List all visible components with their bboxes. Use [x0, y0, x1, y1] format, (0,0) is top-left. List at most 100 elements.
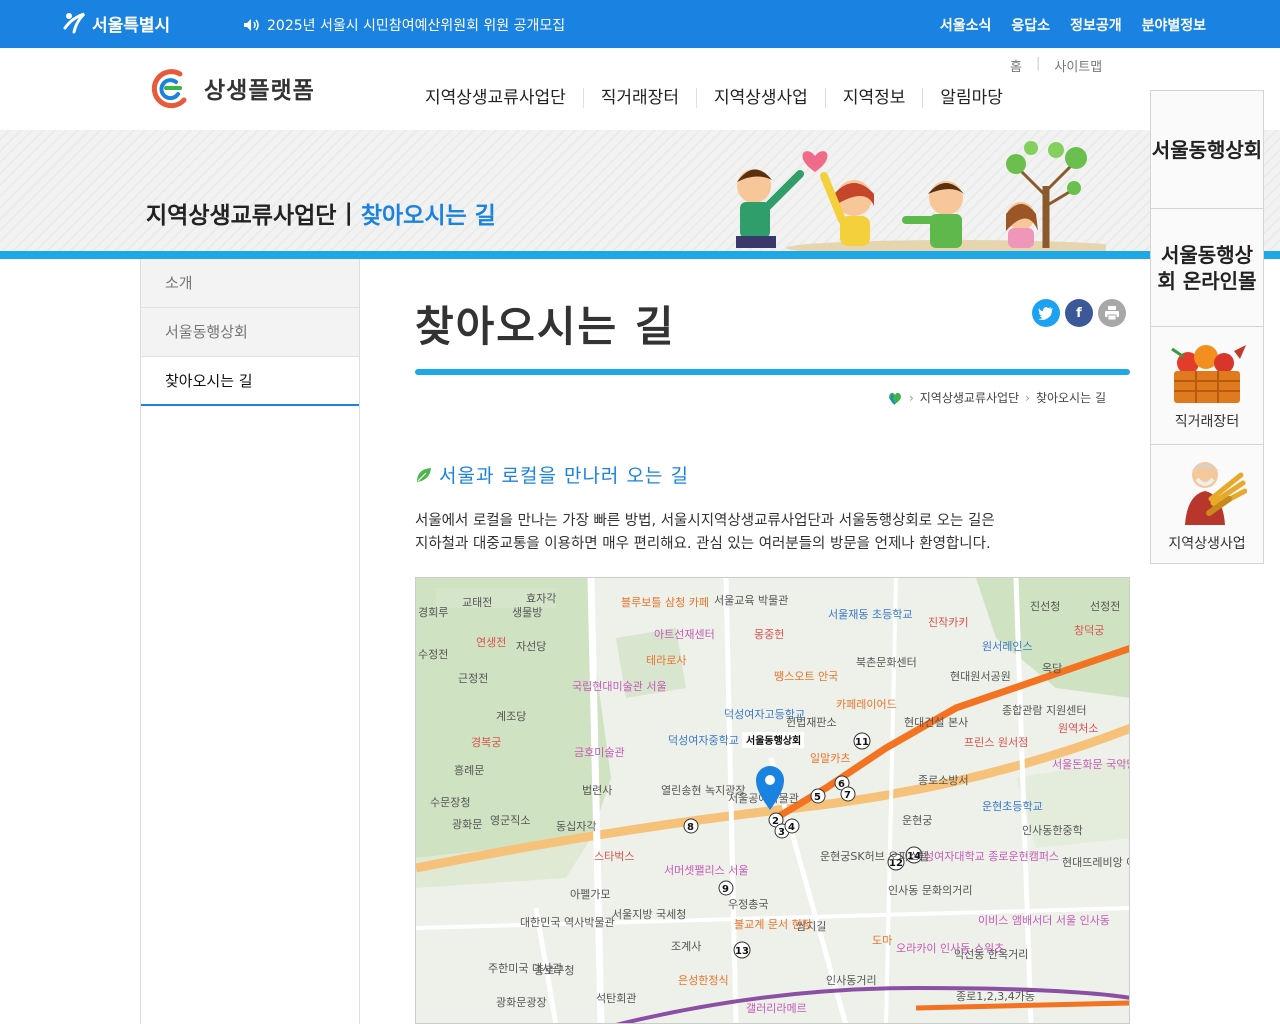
farmer-icon [1185, 462, 1247, 525]
map-label-donghwamun: 동십자각 [556, 820, 596, 833]
marker-label: 서울동행상회 [746, 734, 801, 747]
map-label-jigwan: 아펠가모 [570, 888, 610, 901]
map-label-wonseo-park: 현대원서공원 [950, 670, 1011, 683]
map-label-origin-culture: 오라카이 인사동 스위츠 [896, 942, 1004, 955]
sitemap-link[interactable]: 사이트맵 [1054, 56, 1102, 75]
seoul-mark-icon [63, 12, 86, 34]
map-label-insa-junior: 인사동한중학 [1022, 824, 1083, 837]
header: 상생플랫폼 홈 | 사이트맵 지역상생교류사업단 직거래장터 지역상생사업 지역… [0, 48, 1280, 130]
brand-text: 상생플랫폼 [204, 78, 315, 104]
quick-direct-market-label: 직거래장터 [1174, 413, 1240, 430]
quick-dongheng-label: 서울동행상회 [1151, 137, 1263, 162]
top-nav-info[interactable]: 정보공개 [1070, 15, 1122, 35]
quick-dongheng[interactable]: 서울동행상회 [1151, 91, 1263, 209]
map-label-wonhyeon: 운현궁SK허브 오피스텔 [820, 850, 929, 863]
twitter-share-button[interactable] [1032, 299, 1060, 327]
brand-logo[interactable]: 상생플랫폼 [150, 66, 315, 110]
map-label-sujeongjeon: 수정전 [418, 648, 448, 661]
map-label-national-tax: 서울지방 국세청 [612, 908, 686, 921]
title-underline [415, 369, 1130, 375]
top-nav-field[interactable]: 분야별정보 [1142, 15, 1206, 35]
desc-line-1: 서울에서 로컬을 만나는 가장 빠른 방법, 서울시지역상생교류사업단과 서울동… [415, 513, 995, 529]
side-item-intro[interactable]: 소개 [141, 259, 359, 308]
banner-divider: | [344, 200, 353, 226]
quick-online-mall[interactable]: 서울동행상회 온라인몰 [1151, 209, 1263, 327]
nav-notice[interactable]: 알림마당 [922, 88, 1020, 108]
seoul-logo[interactable]: 서울특별시 [62, 10, 170, 36]
utility-links: 홈 | 사이트맵 [1010, 56, 1102, 75]
map-label-wonseo-lane: 원서레인스 [982, 640, 1033, 653]
fruit-basket-icon [1171, 344, 1246, 403]
map-label-unhyeon-elem: 운현초등학교 [982, 800, 1043, 813]
map-label-bukchon: 북촌문화센터 [856, 656, 917, 669]
map-label-gyotaejeon: 교태전 [462, 596, 492, 609]
map-label-jongno-tower: 서머셋팰리스 서울 [664, 864, 748, 877]
share-buttons: f [1032, 299, 1126, 327]
map-label-gallery: 갤러리라메르 [746, 1002, 807, 1015]
map-label-ilmalkaseu: 일말카츠 [810, 751, 850, 765]
svg-text:5: 5 [814, 792, 821, 803]
notice-text: 2025년 서울시 시민참여예산위원회 위원 공개모집 [267, 18, 566, 34]
map-label-hwangbo: 경회루 [418, 606, 448, 619]
map-label-eunseong: 은성한정식 [678, 974, 729, 987]
map-label-seoul-donhwa: 서울돈화문 국악당 [1052, 758, 1130, 771]
top-bar: 서울특별시 2025년 서울시 시민참여예산위원회 위원 공개모집 서울소식 응… [0, 0, 1280, 48]
breadcrumb-section[interactable]: 지역상생교류사업단 [920, 389, 1019, 406]
utility-divider: | [1035, 56, 1041, 71]
home-link[interactable]: 홈 [1010, 56, 1022, 75]
side-item-directions[interactable]: 찾아오시는 길 [141, 357, 359, 406]
map-label-beopnyeonsa: 법련사 [582, 784, 612, 797]
map-label-jongno-gu: 종로구청 [534, 964, 574, 977]
map-label-jinseon: 진선청 [1030, 600, 1060, 613]
nav-exchange-group[interactable]: 지역상생교류사업단 [408, 88, 583, 108]
map-label-doma: 도마 [872, 934, 892, 947]
seoul-logo-text: 서울특별시 [92, 15, 171, 36]
top-nav-eungdapso[interactable]: 응답소 [1011, 15, 1050, 35]
speaker-icon [244, 19, 259, 31]
quick-coexistence-label: 지역상생사업 [1168, 536, 1246, 552]
map-label-yeongchuimun: 영군직소 [490, 814, 530, 827]
print-button[interactable] [1098, 299, 1126, 327]
nav-direct-market[interactable]: 직거래장터 [582, 88, 696, 108]
page-title: 찾아오시는 길 [415, 302, 676, 351]
banner-current: 찾아오시는 길 [360, 203, 496, 229]
map-label-seotan: 석탄회관 [596, 992, 636, 1005]
section-title: 서울과 로컬을 만나러 오는 길 [415, 461, 689, 488]
map-label-gyeongbokgung: 경복궁 [471, 736, 501, 749]
location-map[interactable]: 2 3 4 5 6 7 8 9 11 12 13 14 경복궁 흥례문 수정전 … [415, 577, 1130, 1024]
map-label-unhyeongung: 운현궁 [902, 814, 932, 827]
map-label-hyojadong: 효자각 [526, 592, 556, 605]
side-item-dongheng[interactable]: 서울동행상회 [141, 308, 359, 357]
map-label-wonyeok: 원역처소 [1058, 722, 1098, 735]
print-icon [1105, 306, 1119, 321]
map-label-gwanghwamun-square: 광화문광장 [496, 996, 547, 1009]
map-label-sumunjang: 수문장청 [430, 796, 470, 809]
quick-direct-market[interactable]: 직거래장터 [1151, 327, 1263, 445]
map-label-artsonje: 아트선재센터 [654, 628, 715, 641]
map-label-heungnyemun: 흥례문 [454, 763, 484, 777]
nav-regional-info[interactable]: 지역정보 [824, 88, 923, 108]
map-label-seongdong: 몽중헌 [754, 628, 784, 641]
home-icon[interactable] [887, 391, 903, 405]
svg-text:4: 4 [788, 822, 795, 833]
map-label-jogyesa: 조계사 [671, 940, 701, 953]
map-canvas[interactable]: 2 3 4 5 6 7 8 9 11 12 13 14 경복궁 흥례문 수정전 … [416, 578, 1130, 1024]
notice-ticker[interactable]: 2025년 서울시 시민참여예산위원회 위원 공개모집 [243, 15, 565, 35]
leaf-icon [417, 467, 431, 482]
children-illustration [736, 141, 1106, 254]
map-label-heonbeop: 헌법재판소 [786, 716, 837, 729]
map-label-press: 프린스 원서점 [964, 736, 1028, 749]
map-label-gyejodang: 계조당 [496, 710, 526, 723]
svg-text:9: 9 [722, 884, 729, 895]
top-nav-news[interactable]: 서울소식 [940, 15, 992, 35]
map-label-deokseong-girls-mid: 덕성여자중학교 [668, 734, 739, 747]
top-nav: 서울소식 응답소 정보공개 분야별정보 [940, 15, 1206, 35]
map-label-gwanghwamun: 광화문 [452, 818, 482, 831]
quick-coexistence[interactable]: 지역상생사업 [1151, 445, 1263, 563]
nav-coexistence[interactable]: 지역상생사업 [695, 88, 825, 108]
section-title-text: 서울과 로컬을 만나러 오는 길 [439, 465, 689, 487]
facebook-share-button[interactable]: f [1065, 299, 1093, 327]
map-label-dongseoul: 땡스오트 안국 [774, 670, 838, 683]
breadcrumb-arrow: › [1025, 390, 1030, 405]
banner-accent-line [0, 251, 1280, 259]
